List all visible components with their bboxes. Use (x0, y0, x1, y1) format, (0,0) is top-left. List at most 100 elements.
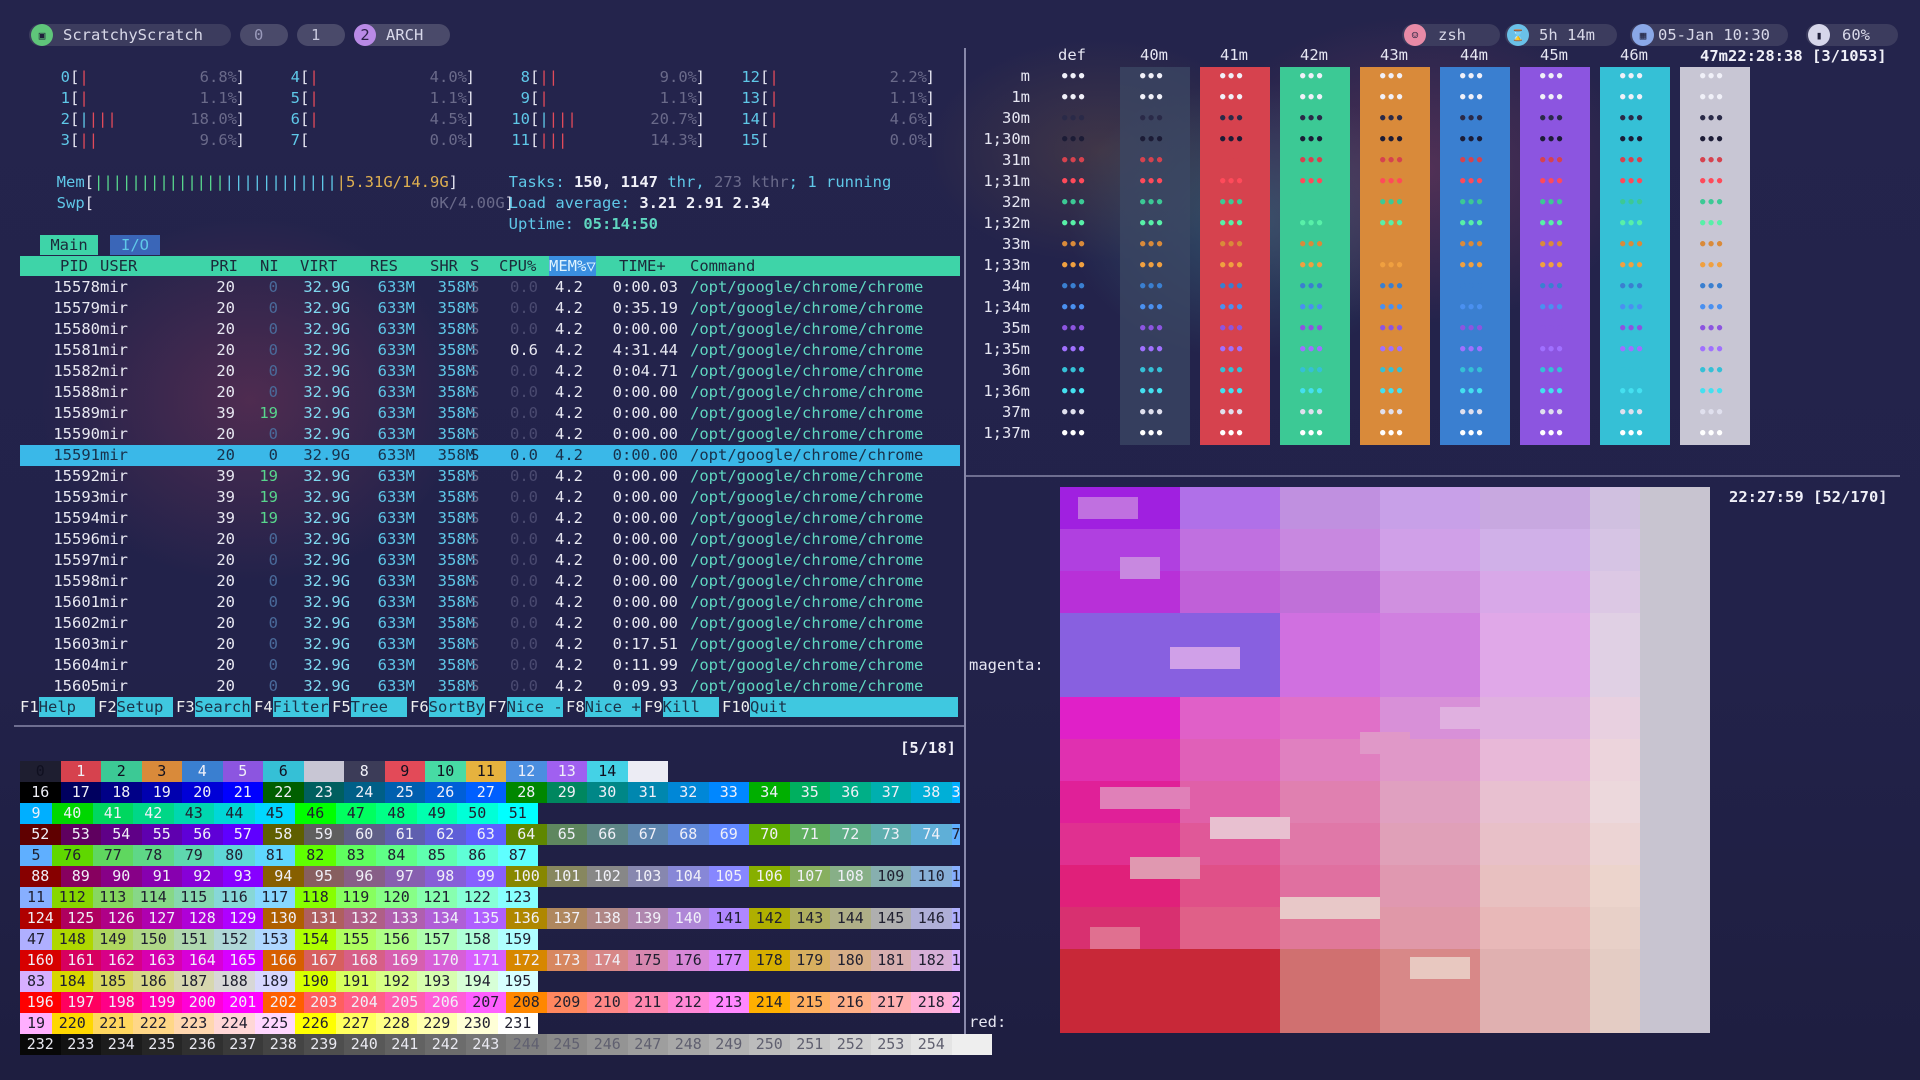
col-ni[interactable]: NI (260, 256, 279, 276)
cell-virt: 32.9G (303, 509, 350, 527)
fkey-f6[interactable]: F6SortBy (410, 697, 485, 717)
col-shr[interactable]: SHR (430, 256, 458, 276)
cell-pid: 15605 (53, 677, 100, 695)
cell-pid: 15602 (53, 614, 100, 632)
process-row[interactable]: 15603 mir 20 0 32.9G 633M 358M S 0.0 4.2 0:17.51/o… (20, 634, 960, 655)
hourglass-icon: ⌛ (1507, 24, 1529, 46)
workspace-1[interactable]: 1 (297, 24, 345, 46)
sample-dots: ●●● (1700, 260, 1726, 270)
uptime-pill[interactable]: ⌛ 5h 14m (1505, 24, 1617, 46)
process-row[interactable]: 15592 mir 39 19 32.9G 633M 358M S 0.0 4.2 0:00.00 /… (20, 466, 960, 487)
battery-pill[interactable]: ▮ 60% (1806, 24, 1898, 46)
sample-dots: ●●● (1140, 386, 1166, 396)
process-row[interactable]: 15604 mir 20 0 32.9G 633M 358M S 0.0 4.2 0:11.99/o… (20, 655, 960, 676)
color-swatch-170: 170 (425, 950, 466, 971)
color-swatch-61: 61 (384, 824, 425, 845)
sample-dots: ●●● (1380, 176, 1406, 186)
col-cpu[interactable]: CPU% (499, 256, 536, 276)
gradient-block (1640, 739, 1710, 781)
process-row[interactable]: 15588 mir 20 0 32.9G 633M 358M S 0.0 4.2 0:00.00/o… (20, 382, 960, 403)
cell-ni: 0 (268, 320, 278, 338)
process-row[interactable]: 15589 mir 39 19 32.9G 633M 358M S 0.0 4.2 0:00.00 /… (20, 403, 960, 424)
cell-shr: 358M (437, 446, 475, 464)
process-row[interactable]: 15598 mir 20 0 32.9G 633M 358M S 0.0 4.2 0:00.00/o… (20, 571, 960, 592)
tab-main[interactable]: Main (40, 235, 98, 255)
color-swatch-21: 21 (222, 782, 263, 803)
cell-virt: 32.9G (303, 446, 350, 464)
fkey-f5[interactable]: F5Tree (332, 697, 407, 717)
cell-command: /opt/google/chrome/chrome (690, 467, 924, 485)
col-user[interactable]: USER (100, 256, 137, 276)
process-row[interactable]: 15578 mir 20 0 32.9G 633M 358M S 0.0 4.2 0:00.03/o… (20, 277, 960, 298)
col-virt[interactable]: VIRT (300, 256, 337, 276)
col-pri[interactable]: PRI (210, 256, 238, 276)
fkey-f1[interactable]: F1Help (20, 697, 95, 717)
process-row[interactable]: 15602 mir 20 0 32.9G 633M 358M S 0.0 4.2 0:00.00/o… (20, 613, 960, 634)
fkey-f4[interactable]: F4Filter (254, 697, 329, 717)
cell-shr: 358M (437, 656, 475, 674)
gradient-block (1280, 655, 1380, 697)
fkey-f2[interactable]: F2Setup (98, 697, 173, 717)
process-row[interactable]: 15596 mir 20 0 32.9G 633M 358M S 0.0 4.2 0:00.00/o… (20, 529, 960, 550)
sample-dots: ●●● (1140, 344, 1166, 354)
process-row[interactable]: 15582 mir 20 0 32.9G 633M 358M S 0.0 4.2 0:04.71/o… (20, 361, 960, 382)
cell-mem: 4.2 (555, 551, 583, 569)
process-row[interactable]: 15597 mir 20 0 32.9G 633M 358M S 0.0 4.2 0:00.00/o… (20, 550, 960, 571)
fkey-f3[interactable]: F3Search (176, 697, 251, 717)
cell-virt: 32.9G (303, 551, 350, 569)
cell-virt: 32.9G (303, 383, 350, 401)
workspace-2-arch[interactable]: 2 ARCH (354, 24, 450, 46)
shell-pill[interactable]: ☺ zsh (1402, 24, 1500, 46)
process-row[interactable]: 15580 mir 20 0 32.9G 633M 358M S 0.0 4.2 0:00.00/o… (20, 319, 960, 340)
color-swatch-2: 2 (101, 761, 142, 782)
sample-dots: ●●● (1700, 365, 1726, 375)
cell-s: S (470, 341, 480, 359)
process-row[interactable]: 15581 mir 20 0 32.9G 633M 358M S 0.6 4.2 4:31.44/o… (20, 340, 960, 361)
tab-io[interactable]: I/O (110, 235, 160, 255)
process-row[interactable]: 15605 mir 20 0 32.9G 633M 358M S 0.0 4.2 0:09.93/o… (20, 676, 960, 697)
cell-res: 633M (377, 488, 415, 506)
process-row[interactable]: 15593 mir 39 19 32.9G 633M 358M S 0.0 4.2 0:00.00 /… (20, 487, 960, 508)
gradient-block (1480, 613, 1590, 655)
color-swatch-111: 1 (951, 866, 961, 887)
color-swatch-211: 211 (627, 992, 668, 1013)
workspace-0[interactable]: 0 (240, 24, 288, 46)
cell-mem: 4.2 (555, 530, 583, 548)
fkey-f10[interactable]: F10Quit (722, 697, 958, 717)
color-swatch-47: 47 (335, 803, 376, 824)
gradient-block (1280, 897, 1380, 919)
col-command[interactable]: Command (690, 256, 755, 276)
date-pill[interactable]: ▦ 05-Jan 10:30 (1630, 24, 1788, 46)
process-row[interactable]: 15601 mir 20 0 32.9G 633M 358M S 0.0 4.2 0:00.00/o… (20, 592, 960, 613)
color-swatch-79: 79 (173, 845, 214, 866)
col-mem[interactable]: MEM%▽ (549, 256, 596, 276)
color-swatch-121: 121 (416, 887, 457, 908)
sample-dots: ●●● (1460, 407, 1486, 417)
sample-dots: ●●● (1620, 197, 1646, 207)
fkey-f9[interactable]: F9Kill (644, 697, 719, 717)
cpu-meter-2: 2[|||| 18.0%] (60, 110, 245, 128)
col-time[interactable]: TIME+ (619, 256, 666, 276)
gradient-block (1180, 949, 1280, 991)
process-row[interactable]: 15591 mir 20 0 32.9G 633M 358M S 0.0 4.2 0:00.00/o… (20, 445, 960, 466)
process-row[interactable]: 15594 mir 39 19 32.9G 633M 358M S 0.0 4.2 0:00.00 /… (20, 508, 960, 529)
col-res[interactable]: RES (370, 256, 398, 276)
fkey-f7[interactable]: F7Nice - (488, 697, 563, 717)
col-s[interactable]: S (470, 256, 479, 276)
col-pid[interactable]: PID (60, 256, 88, 276)
color-swatch-10: 10 (425, 761, 466, 782)
process-row[interactable]: 15579 mir 20 0 32.9G 633M 358M S 0.0 4.2 0:35.19/o… (20, 298, 960, 319)
color-swatch-91: 91 (141, 866, 182, 887)
color-swatch-113: 113 (92, 887, 133, 908)
process-row[interactable]: 15590 mir 20 0 32.9G 633M 358M S 0.0 4.2 0:00.00/o… (20, 424, 960, 445)
cell-shr: 358M (437, 320, 475, 338)
color-swatch-224: 224 (214, 1013, 255, 1034)
fkey-f8[interactable]: F8Nice + (566, 697, 641, 717)
color-row: 232 233 234 235 236 237 238 239 240 241 242 243 244 2… (20, 1034, 992, 1055)
cell-user: mir (100, 572, 128, 590)
sample-dots: ●●● (1700, 428, 1726, 438)
color-swatch-69: 69 (708, 824, 749, 845)
app-title-pill[interactable]: ▣ ScratchyScratch (29, 24, 231, 46)
cell-res: 633M (377, 425, 415, 443)
sample-dots: ●●● (1220, 176, 1246, 186)
